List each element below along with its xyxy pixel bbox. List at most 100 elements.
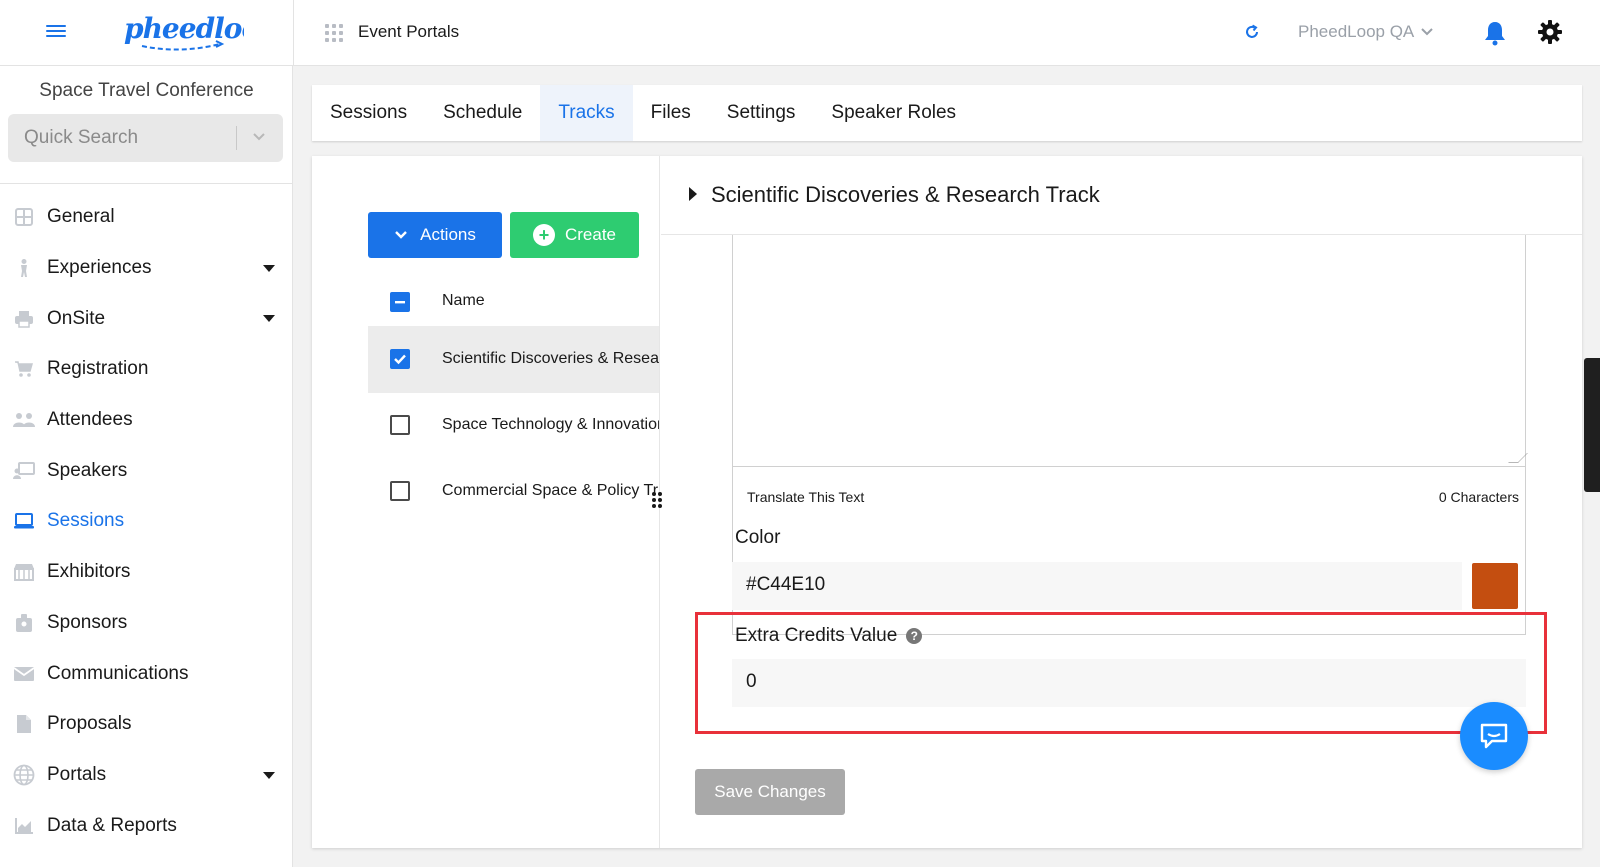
extra-credits-input[interactable]: 0: [732, 659, 1526, 707]
apps-grid-icon[interactable]: [325, 24, 343, 42]
sidebar-item-label: Data & Reports: [47, 814, 177, 836]
row-checkbox[interactable]: [390, 349, 410, 369]
sidebar-item-label: Sessions: [47, 510, 125, 532]
track-title: Scientific Discoveries & Research Track: [711, 182, 1100, 207]
translate-link[interactable]: Translate This Text: [747, 489, 864, 505]
feedback-side-tab[interactable]: [1584, 358, 1600, 492]
person-icon: [12, 256, 36, 280]
column-header-name[interactable]: Name: [442, 292, 485, 310]
extra-credits-label: Extra Credits Value ?: [735, 625, 923, 647]
cart-icon: [12, 357, 36, 381]
sidebar-divider: [0, 183, 293, 184]
char-count: 0 Characters: [1438, 489, 1519, 505]
sidebar-item-attendees[interactable]: Attendees: [0, 395, 293, 446]
caret-down-icon[interactable]: [263, 315, 275, 323]
tracks-list: Actions + Create Name Scientific Discove…: [312, 156, 660, 848]
presenter-icon: [12, 459, 36, 483]
actions-button[interactable]: Actions: [368, 212, 502, 258]
track-header: Scientific Discoveries & Research Track: [661, 156, 1582, 235]
sidebar-item-registration[interactable]: Registration: [0, 344, 293, 395]
description-textarea[interactable]: [733, 235, 1528, 467]
editor-footer: Translate This Text 0 Characters: [733, 487, 1525, 509]
document-icon: [12, 712, 36, 736]
color-input[interactable]: #C44E10: [732, 562, 1462, 610]
select-all-checkbox[interactable]: [390, 292, 410, 312]
sidebar-item-label: Exhibitors: [47, 561, 131, 583]
logo[interactable]: pheedloop: [120, 8, 280, 61]
resize-handle-icon[interactable]: [1508, 453, 1528, 463]
table-row[interactable]: Scientific Discoveries & Research Track: [368, 326, 659, 393]
table-row[interactable]: Space Technology & Innovation Track: [368, 392, 659, 459]
header-divider: [293, 0, 294, 66]
mail-icon: [12, 662, 36, 686]
search-placeholder: Quick Search: [24, 127, 139, 148]
printer-icon: [12, 307, 36, 331]
chevron-down-icon: [1421, 28, 1433, 36]
sidebar-item-label: Speakers: [47, 459, 128, 481]
menu-icon[interactable]: [46, 22, 66, 40]
color-swatch[interactable]: [1472, 563, 1518, 609]
account-switcher[interactable]: PheedLoop QA: [1298, 22, 1434, 42]
row-name[interactable]: Commercial Space & Policy Track: [442, 482, 659, 500]
sidebar-item-label: General: [47, 206, 115, 228]
sidebar-item-general[interactable]: General: [0, 192, 293, 243]
minus-icon: [395, 301, 405, 304]
sidebar-item-label: Communications: [47, 662, 189, 684]
sidebar-item-label: Proposals: [47, 713, 132, 735]
top-bar: pheedloop Event Portals PheedLoop QA: [0, 0, 1600, 66]
sidebar-item-speakers[interactable]: Speakers: [0, 445, 293, 496]
tab-sessions[interactable]: Sessions: [312, 85, 425, 141]
sidebar-item-label: Portals: [47, 763, 107, 785]
row-checkbox[interactable]: [390, 481, 410, 501]
sidebar-item-label: Experiences: [47, 257, 152, 279]
sidebar-item-onsite[interactable]: OnSite: [0, 293, 293, 344]
create-button[interactable]: + Create: [510, 212, 639, 258]
tracks-panel: Actions + Create Name Scientific Discove…: [312, 156, 1582, 848]
sidebar-item-portals[interactable]: Portals: [0, 750, 293, 801]
sidebar-nav: General Experiences OnSite Registration: [0, 192, 293, 851]
sidebar: Space Travel Conference Quick Search Gen…: [0, 66, 293, 867]
chevron-down-icon[interactable]: [251, 128, 267, 146]
portal-title[interactable]: Event Portals: [358, 22, 459, 42]
sidebar-item-proposals[interactable]: Proposals: [0, 699, 293, 750]
table-row[interactable]: Commercial Space & Policy Track: [368, 458, 659, 525]
caret-down-icon[interactable]: [263, 771, 275, 779]
sidebar-item-communications[interactable]: Communications: [0, 648, 293, 699]
chat-icon: [1480, 723, 1508, 749]
tab-speaker-roles[interactable]: Speaker Roles: [813, 85, 974, 141]
badge-icon: [12, 611, 36, 635]
tab-files[interactable]: Files: [633, 85, 709, 141]
sidebar-item-data-reports[interactable]: Data & Reports: [0, 800, 293, 851]
event-name: Space Travel Conference: [39, 80, 254, 101]
tab-bar: Sessions Schedule Tracks Files Settings …: [312, 85, 1582, 141]
pheedloop-logo: pheedloop: [124, 12, 280, 51]
sidebar-item-sponsors[interactable]: Sponsors: [0, 598, 293, 649]
save-changes-button[interactable]: Save Changes: [695, 769, 845, 815]
caret-right-icon[interactable]: [689, 187, 697, 201]
row-checkbox[interactable]: [390, 415, 410, 435]
tab-settings[interactable]: Settings: [709, 85, 814, 141]
row-name[interactable]: Scientific Discoveries & Research Track: [442, 350, 659, 368]
sidebar-item-label: Registration: [47, 358, 149, 380]
gear-icon[interactable]: [1537, 19, 1563, 45]
create-label: Create: [564, 225, 617, 244]
sidebar-item-experiences[interactable]: Experiences: [0, 243, 293, 294]
quick-search-input[interactable]: Quick Search: [8, 114, 283, 162]
refresh-icon[interactable]: [1243, 23, 1261, 41]
track-detail: Scientific Discoveries & Research Track …: [661, 156, 1582, 848]
extra-credits-label-text: Extra Credits Value: [735, 625, 898, 646]
sidebar-item-sessions[interactable]: Sessions: [0, 496, 293, 547]
bell-icon[interactable]: [1483, 20, 1507, 46]
sidebar-item-label: OnSite: [47, 307, 106, 329]
logo-text: pheedloop: [124, 12, 244, 45]
tab-tracks[interactable]: Tracks: [540, 85, 633, 141]
row-name[interactable]: Space Technology & Innovation Track: [442, 416, 659, 434]
actions-label: Actions: [420, 225, 476, 244]
caret-down-icon[interactable]: [263, 264, 275, 272]
chevron-down-icon: [395, 231, 407, 239]
sidebar-item-exhibitors[interactable]: Exhibitors: [0, 547, 293, 598]
people-icon: [12, 408, 36, 432]
tab-schedule[interactable]: Schedule: [425, 85, 540, 141]
help-icon[interactable]: ?: [906, 628, 923, 644]
chat-button[interactable]: [1460, 702, 1528, 770]
